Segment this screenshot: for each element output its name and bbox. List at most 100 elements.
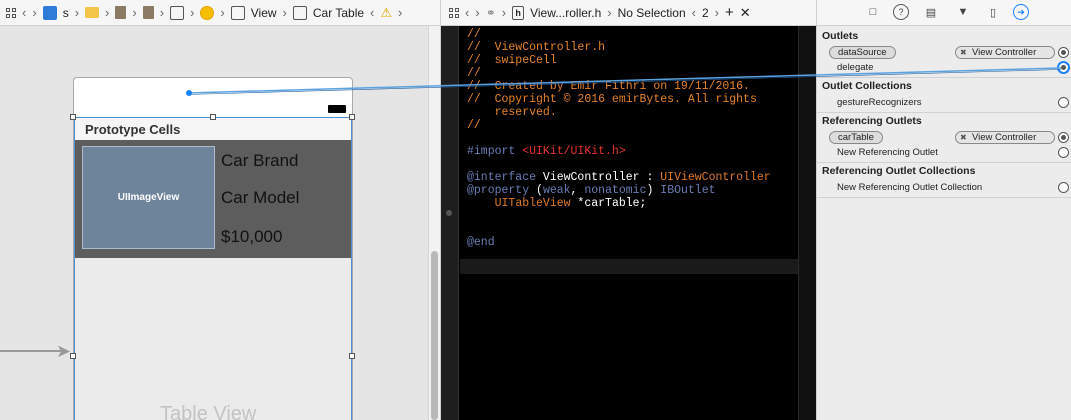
outlet-name-pill: dataSource — [829, 46, 896, 59]
car-model-label[interactable]: Car Model — [221, 188, 299, 208]
issue-back-icon[interactable]: ‹ — [370, 5, 374, 20]
section-divider — [817, 112, 1071, 113]
path-separator-icon: › — [501, 5, 507, 20]
related-items-icon[interactable] — [6, 7, 16, 18]
interface-builder-canvas[interactable]: ‹ › s › › › › › › View › Car Table ‹ ⚠ ›… — [0, 0, 440, 420]
connection-circle-icon[interactable] — [1058, 62, 1069, 73]
counterparts-icon[interactable]: ⚭ — [486, 6, 496, 20]
warning-icon[interactable]: ⚠ — [380, 5, 392, 21]
size-inspector-icon[interactable]: ▯ — [985, 4, 1001, 20]
path-separator-icon: › — [190, 5, 195, 20]
referencing-outlet-row[interactable]: carTable ✖ View Controller — [817, 130, 1071, 145]
editor-file-name[interactable]: View...roller.h — [530, 6, 601, 20]
outlet-row-delegate[interactable]: delegate — [817, 60, 1071, 75]
property-open-paren: ( — [529, 184, 543, 197]
code-line: // — [467, 28, 481, 41]
inspector-tabs: □ ? ▤ ▼ ▯ ➜ — [817, 0, 1071, 26]
source-code[interactable]: //// ViewController.h// swipeCell//// Cr… — [467, 28, 771, 249]
new-referencing-outlet-row[interactable]: New Referencing Outlet — [817, 145, 1071, 160]
jump-view[interactable]: View — [251, 6, 277, 20]
back-icon[interactable]: ‹ — [465, 5, 469, 20]
code-line: @property (weak, nonatomic) IBOutlet — [467, 184, 771, 197]
image-view[interactable]: UIImageView — [82, 146, 215, 249]
car-table-view[interactable]: Prototype Cells UIImageView Car Brand Ca… — [74, 117, 352, 420]
storyboard-file-icon[interactable] — [115, 6, 127, 19]
view-controller-icon[interactable] — [200, 5, 215, 20]
prev-counterpart-icon[interactable]: ‹ — [692, 5, 696, 20]
code-line: // Copyright © 2016 emirBytes. All right… — [467, 93, 757, 106]
outlet-target-label: View Controller — [972, 47, 1037, 58]
property-comma: , — [570, 184, 585, 197]
property-type: UITableView — [494, 197, 571, 210]
quick-help-icon[interactable]: ? — [893, 4, 909, 20]
arrow-head-icon: ➤ — [56, 341, 72, 361]
resize-handle[interactable] — [70, 114, 76, 120]
view-icon[interactable] — [230, 5, 245, 20]
line-gutter[interactable] — [441, 26, 459, 420]
issue-forward-icon[interactable]: › — [398, 5, 402, 20]
outlet-row-datasource[interactable]: dataSource ✖ View Controller — [817, 45, 1071, 60]
new-referencing-outlet-label: New Referencing Outlet — [837, 147, 938, 158]
forward-icon[interactable]: › — [32, 5, 36, 20]
outlet-target[interactable]: ✖ View Controller — [955, 46, 1055, 59]
next-counterpart-icon[interactable]: › — [715, 5, 719, 20]
header-file-icon[interactable]: h — [512, 5, 525, 20]
prototype-cell[interactable]: UIImageView Car Brand Car Model $10,000 — [75, 140, 351, 258]
iboutlet-keyword: IBOutlet — [660, 184, 716, 197]
folder-icon[interactable] — [85, 7, 100, 18]
connection-circle-icon[interactable] — [1058, 47, 1069, 58]
disconnect-icon[interactable]: ✖ — [960, 132, 967, 143]
code-line: // ViewController.h — [467, 41, 606, 54]
property-nonatomic: nonatomic — [584, 184, 647, 197]
resize-handle[interactable] — [349, 353, 355, 359]
path-separator-icon: › — [132, 5, 137, 20]
connection-circle-icon[interactable] — [1058, 97, 1069, 108]
property-keyword: @property — [467, 184, 530, 197]
identity-inspector-icon[interactable]: ▤ — [923, 4, 939, 20]
back-icon[interactable]: ‹ — [22, 5, 26, 20]
storyboard-base-icon[interactable] — [142, 6, 154, 19]
ib-jump-bar: ‹ › s › › › › › › View › Car Table ‹ ⚠ › — [0, 0, 440, 26]
path-separator-icon: › — [220, 5, 225, 20]
image-view-label: UIImageView — [117, 192, 180, 203]
resize-handle[interactable] — [210, 114, 216, 120]
code-line: @end — [467, 236, 771, 249]
close-editor-icon[interactable]: ✕ — [740, 5, 751, 21]
connections-inspector-icon[interactable]: ➜ — [1013, 4, 1029, 20]
jump-car-table[interactable]: Car Table — [313, 6, 364, 20]
interface-name: ViewController — [542, 171, 640, 184]
view-controller-scene[interactable]: Prototype Cells UIImageView Car Brand Ca… — [73, 77, 353, 420]
new-referencing-collection-row[interactable]: New Referencing Outlet Collection — [817, 180, 1071, 195]
disconnect-icon[interactable]: ✖ — [960, 47, 967, 58]
connection-circle-icon[interactable] — [1058, 182, 1069, 193]
outlet-collection-row[interactable]: gestureRecognizers — [817, 95, 1071, 110]
path-separator-icon: › — [105, 5, 110, 20]
property-variable: *carTable; — [570, 197, 647, 210]
outlet-connection-dot[interactable] — [446, 210, 452, 216]
property-close-paren: ) — [646, 184, 661, 197]
table-view-icon[interactable] — [292, 5, 307, 20]
connections-inspector[interactable]: □ ? ▤ ▼ ▯ ➜ Outlets dataSource ✖ View Con… — [816, 0, 1071, 420]
connection-circle-icon[interactable] — [1058, 147, 1069, 158]
scene-icon[interactable] — [170, 5, 185, 20]
referencing-target[interactable]: ✖ View Controller — [955, 131, 1055, 144]
price-label[interactable]: $10,000 — [221, 227, 282, 247]
jump-project[interactable]: s — [63, 6, 69, 20]
ib-scroll-thumb[interactable] — [431, 251, 438, 420]
attributes-inspector-icon[interactable]: ▼ — [955, 4, 971, 20]
ib-scrollbar[interactable] — [428, 26, 440, 420]
resize-handle[interactable] — [349, 114, 355, 120]
forward-icon[interactable]: › — [475, 5, 479, 20]
editor-selection[interactable]: No Selection — [618, 6, 686, 20]
new-referencing-collection-label: New Referencing Outlet Collection — [837, 182, 983, 193]
project-icon[interactable] — [42, 5, 57, 20]
path-separator-icon: › — [159, 5, 165, 20]
editor-scrollbar[interactable] — [798, 26, 816, 420]
related-items-icon[interactable] — [449, 7, 459, 18]
car-brand-label[interactable]: Car Brand — [221, 151, 298, 171]
add-editor-icon[interactable]: + — [725, 4, 734, 21]
assistant-editor[interactable]: ‹ › ⚭ › h View...roller.h › No Selection… — [441, 0, 816, 420]
connection-circle-icon[interactable] — [1058, 132, 1069, 143]
file-inspector-icon[interactable]: □ — [865, 4, 881, 20]
